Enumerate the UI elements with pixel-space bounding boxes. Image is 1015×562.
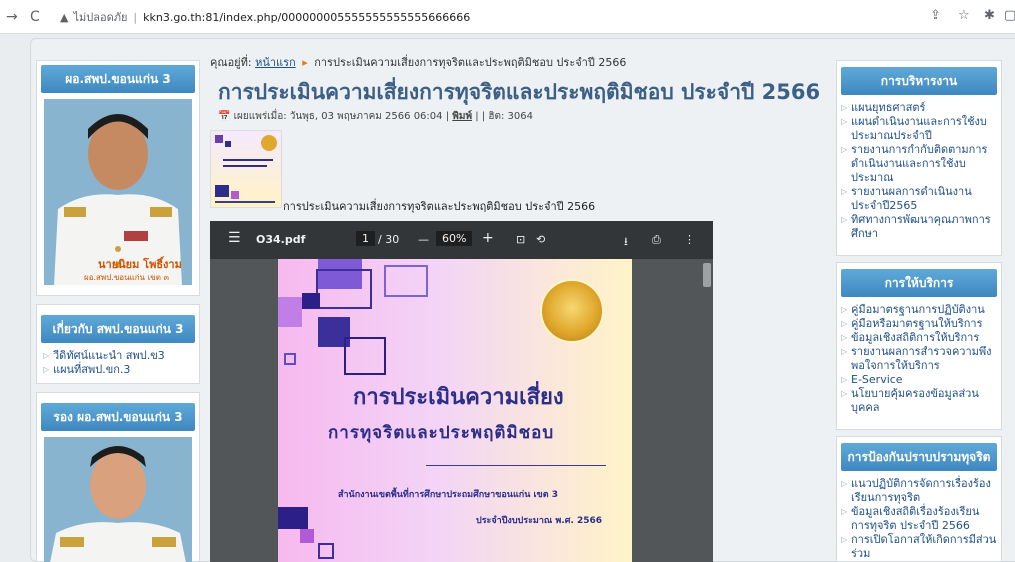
- anti-corruption-title: การป้องกันปราบปรามทุจริต: [841, 443, 997, 471]
- about-list: วีดิทัศน์แนะนำ สพป.ข3 แผนที่สพป.ขก.3: [37, 349, 199, 377]
- service-title: การให้บริการ: [841, 269, 997, 297]
- document-caption: การประเมินความเสี่ยงการทุจริตและประพฤติม…: [283, 200, 596, 213]
- service-item-privacy[interactable]: นโยบายคุ้มครองข้อมูลส่วนบุคคล: [841, 387, 997, 415]
- pdf-heading-1: การประเมินความเสี่ยง: [353, 385, 564, 410]
- sidepanel-icon[interactable]: ▢: [1004, 8, 1015, 23]
- director-photo: นายนิยม โพธิ์งาม ผอ.สพป.ขอนแก่น เขต ๓: [44, 99, 192, 285]
- admin-item-annual-report[interactable]: รายงานผลการดำเนินงานประจำปี2565: [841, 185, 997, 213]
- pdf-scrollbar[interactable]: [703, 263, 711, 287]
- admin-list: แผนยุทธศาสตร์ แผนดำเนินงานและการใช้งบประ…: [837, 101, 1001, 241]
- breadcrumb-prefix: คุณอยู่ที่:: [210, 56, 252, 69]
- breadcrumb-arrow-icon: ▸: [302, 56, 308, 69]
- service-item-statistics[interactable]: ข้อมูลเชิงสถิติการให้บริการ: [841, 331, 997, 345]
- service-list: คู่มือมาตรฐานการปฏิบัติงาน คู่มือหรือมาต…: [837, 303, 1001, 415]
- service-box: การให้บริการ คู่มือมาตรฐานการปฏิบัติงาน …: [836, 262, 1002, 430]
- admin-item-budget-plan[interactable]: แผนดำเนินงานและการใช้งบประมาณประจำปี: [841, 115, 997, 143]
- print-link[interactable]: พิมพ์: [452, 111, 472, 122]
- admin-box: การบริหารงาน แผนยุทธศาสตร์ แผนดำเนินงานแ…: [836, 60, 1002, 256]
- admin-item-strategy[interactable]: แผนยุทธศาสตร์: [841, 101, 997, 115]
- reload-icon[interactable]: C: [30, 9, 40, 25]
- bookmark-star-icon[interactable]: ☆: [958, 8, 970, 23]
- rotate-icon[interactable]: ⟲: [536, 233, 545, 246]
- ministry-seal-logo: [540, 279, 604, 343]
- browser-toolbar: → C ▲ ไม่ปลอดภัย | kkn3.go.th:81/index.p…: [0, 0, 1015, 34]
- pdf-divider: [426, 465, 606, 466]
- deputy-photo: [44, 437, 192, 562]
- director-position: ผอ.สพป.ขอนแก่น เขต ๓: [84, 273, 169, 282]
- download-icon[interactable]: ⭳: [624, 233, 628, 252]
- share-icon[interactable]: ⇪: [930, 8, 941, 23]
- pdf-heading-2: การทุจริตและประพฤติมิชอบ: [328, 423, 555, 443]
- service-item-eservice[interactable]: E-Service: [841, 373, 997, 387]
- anti-item-guideline[interactable]: แนวปฏิบัติการจัดการเรื่องร้องเรียนการทุจ…: [841, 477, 997, 505]
- anti-corruption-list: แนวปฏิบัติการจัดการเรื่องร้องเรียนการทุจ…: [837, 477, 1001, 561]
- service-item-standard[interactable]: คู่มือหรือมาตรฐานให้บริการ: [841, 317, 997, 331]
- deputy-box: รอง ผอ.สพป.ขอนแก่น 3: [36, 392, 200, 562]
- breadcrumb-current: การประเมินความเสี่ยงการทุจริตและประพฤติม…: [314, 56, 627, 69]
- forward-icon[interactable]: →: [6, 9, 18, 25]
- published-date: เผยแพร่เมื่อ: วันพุธ, 03 พฤษภาคม 2566 06…: [233, 111, 443, 122]
- admin-title: การบริหารงาน: [841, 67, 997, 95]
- page-title: การประเมินความเสี่ยงการทุจริตและประพฤติม…: [218, 80, 821, 104]
- menu-icon[interactable]: ☰: [228, 230, 241, 246]
- zoom-in-icon[interactable]: +: [482, 230, 494, 246]
- admin-item-quality[interactable]: ทิศทางการพัฒนาคุณภาพการศึกษา: [841, 213, 997, 241]
- address-bar[interactable]: ▲ ไม่ปลอดภัย | kkn3.go.th:81/index.php/0…: [60, 6, 920, 28]
- print-icon[interactable]: ⎙: [652, 233, 661, 247]
- pdf-viewer: ☰ O34.pdf 1 / 30 — 60% + ⊡ ⟲ ⭳ ⎙ ⋮ การปร…: [210, 221, 713, 562]
- pdf-office-name: สำนักงานเขตพื้นที่การศึกษาประถมศึกษาขอนแ…: [338, 490, 558, 500]
- document-thumbnail[interactable]: [210, 130, 282, 208]
- extensions-icon[interactable]: ✱: [984, 8, 995, 23]
- url-separator: |: [133, 10, 138, 24]
- about-item-video[interactable]: วีดิทัศน์แนะนำ สพป.ข3: [43, 349, 199, 363]
- zoom-input[interactable]: 60%: [436, 231, 473, 246]
- breadcrumb: คุณอยู่ที่: หน้าแรก ▸ การประเมินความเสี่…: [210, 53, 626, 71]
- fit-page-icon[interactable]: ⊡: [516, 233, 525, 246]
- warning-icon: ▲: [60, 10, 69, 24]
- calendar-icon: 📅: [218, 111, 231, 122]
- pdf-toolbar: ☰ O34.pdf 1 / 30 — 60% + ⊡ ⟲ ⭳ ⎙ ⋮: [210, 221, 713, 259]
- hits-count: ฮิต: 3064: [488, 111, 533, 122]
- anti-corruption-box: การป้องกันปราบปรามทุจริต แนวปฏิบัติการจั…: [836, 436, 1002, 562]
- page-total: / 30: [378, 233, 400, 246]
- breadcrumb-home-link[interactable]: หน้าแรก: [255, 56, 296, 69]
- service-item-manual[interactable]: คู่มือมาตรฐานการปฏิบัติงาน: [841, 303, 997, 317]
- more-options-icon[interactable]: ⋮: [684, 233, 695, 246]
- about-item-map[interactable]: แผนที่สพป.ขก.3: [43, 363, 199, 377]
- about-box: เกี่ยวกับ สพป.ขอนแก่น 3 วีดิทัศน์แนะนำ ส…: [36, 304, 200, 384]
- anti-item-participation[interactable]: การเปิดโอกาสให้เกิดการมีส่วนร่วม: [841, 533, 997, 561]
- zoom-out-icon[interactable]: —: [418, 233, 429, 246]
- service-item-survey[interactable]: รายงานผลการสำรวจความพึงพอใจการให้บริการ: [841, 345, 997, 373]
- pdf-budget-year: ประจำปีงบประมาณ พ.ศ. 2566: [476, 516, 603, 526]
- about-title: เกี่ยวกับ สพป.ขอนแก่น 3: [41, 315, 195, 343]
- insecure-label: ไม่ปลอดภัย: [73, 11, 128, 24]
- pdf-filename: O34.pdf: [256, 233, 306, 246]
- director-title: ผอ.สพป.ขอนแก่น 3: [41, 65, 195, 93]
- admin-item-monitoring[interactable]: รายงานการกำกับติดตามการดำเนินงานและการใช…: [841, 143, 997, 185]
- page-number-input[interactable]: 1: [356, 231, 375, 246]
- director-box: ผอ.สพป.ขอนแก่น 3 นายนิยม โพธิ์งาม ผอ.สพป…: [36, 60, 200, 296]
- deputy-title: รอง ผอ.สพป.ขอนแก่น 3: [41, 403, 195, 431]
- article-meta: 📅 เผยแพร่เมื่อ: วันพุธ, 03 พฤษภาคม 2566 …: [218, 111, 533, 122]
- url-text: kkn3.go.th:81/index.php/0000000055555555…: [143, 10, 471, 24]
- pdf-page: การประเมินความเสี่ยง การทุจริตและประพฤติ…: [278, 259, 632, 562]
- anti-item-statistics[interactable]: ข้อมูลเชิงสถิติเรื่องร้องเรียนการทุจริต …: [841, 505, 997, 533]
